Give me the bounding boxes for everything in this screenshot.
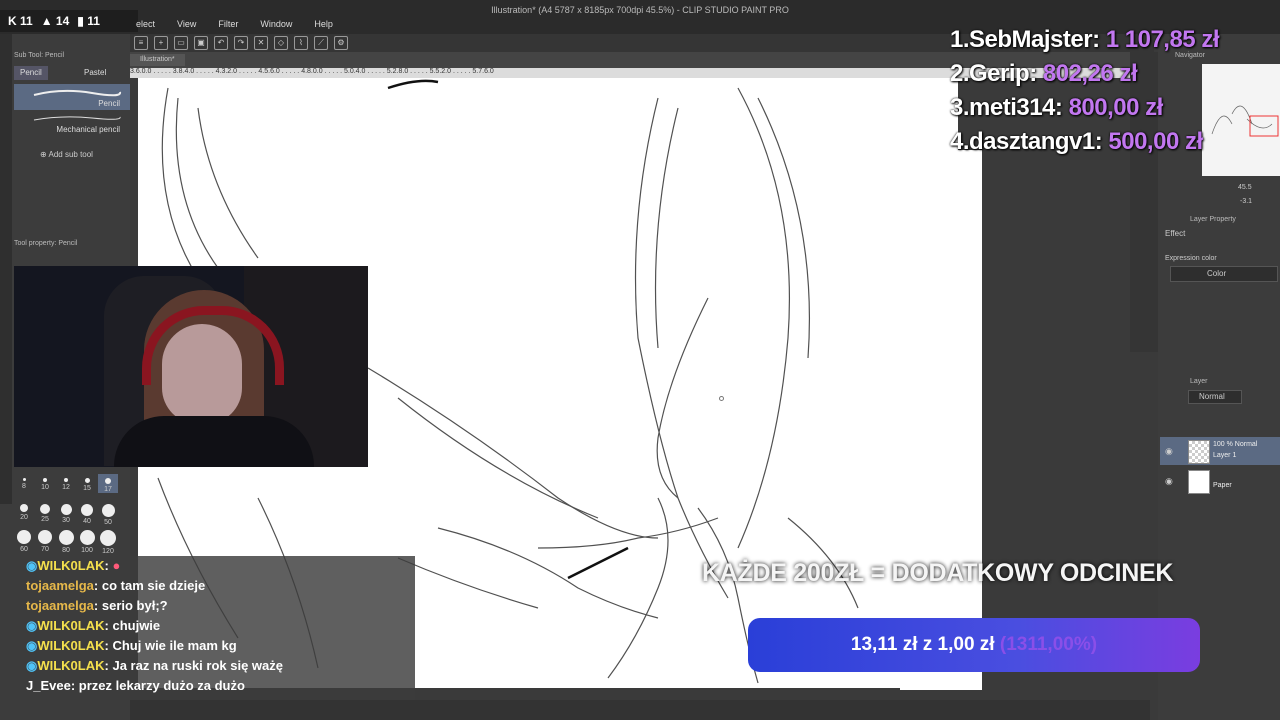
brush-size[interactable]: 100 [77, 530, 97, 554]
chat-message: tojaamelga: serio był;? [26, 598, 168, 613]
brush-size[interactable]: 80 [56, 530, 76, 554]
menu-help[interactable]: Help [314, 19, 333, 29]
chat-message: tojaamelga: co tam sie dzieje [26, 578, 206, 593]
chat-message: ◉WILK0LAK: chujwie [26, 618, 161, 633]
ruler-icon[interactable]: ⟋ [314, 36, 328, 50]
layer-blend-info: 100 % Normal [1213, 441, 1258, 448]
chat-message: ◉WILK0LAK: ● [26, 558, 121, 573]
leaderboard-entry-2: 2.Gerip: 802,26 zł [950, 60, 1138, 87]
stat-a: K 11 [8, 14, 33, 28]
chat-overlay: ◉WILK0LAK: ● tojaamelga: co tam sie dzie… [14, 556, 415, 700]
chat-message: ◉WILK0LAK: Chuj wie ile mam kg [26, 638, 237, 653]
brush-size[interactable]: 20 [14, 504, 34, 521]
brush-size[interactable]: 50 [98, 504, 118, 526]
layer-thumbnail [1188, 470, 1210, 494]
save-icon[interactable]: ▣ [194, 36, 208, 50]
clear-icon[interactable]: ✕ [254, 36, 268, 50]
layer-name: Paper [1213, 482, 1232, 489]
brush-size[interactable]: 25 [35, 504, 55, 523]
brush-size-palette: 8 10 12 15 17 20 25 30 40 50 60 70 80 10… [14, 472, 130, 560]
effect-label: Effect [1165, 229, 1186, 238]
zoom-value[interactable]: 45.5 [1238, 184, 1252, 191]
navigator-thumbnail[interactable] [1202, 64, 1280, 176]
subtool-header: Sub Tool: Pencil [14, 52, 65, 59]
snap-icon[interactable]: ⌇ [294, 36, 308, 50]
brush-size[interactable]: 120 [98, 530, 118, 555]
tab-pastel[interactable]: Pastel [78, 66, 112, 80]
brush-size[interactable]: 15 [77, 478, 97, 492]
canvas-edge [900, 150, 982, 690]
menu-filter[interactable]: Filter [218, 19, 238, 29]
eye-icon[interactable]: ◉ [1165, 476, 1173, 487]
brush-size-selected[interactable]: 17 [98, 474, 118, 493]
open-icon[interactable]: ▭ [174, 36, 188, 50]
leaderboard-entry-4: 4.dasztangv1: 500,00 zł [950, 128, 1203, 155]
brush-size[interactable]: 8 [14, 478, 34, 490]
expression-color-label: Expression color [1165, 255, 1217, 262]
redo-icon[interactable]: ↷ [234, 36, 248, 50]
angle-value[interactable]: -3.1 [1240, 198, 1252, 205]
menu-window[interactable]: Window [260, 19, 292, 29]
stat-b: ▲ 14 [40, 14, 70, 28]
chat-message: ◉WILK0LAK: Ja raz na ruski rok się ważę [26, 658, 284, 673]
brush-label: Pencil [98, 99, 120, 108]
menu-icon[interactable]: ≡ [134, 36, 148, 50]
mechanical-stroke-icon [33, 116, 121, 121]
menu-select[interactable]: elect [136, 19, 155, 29]
layer-thumbnail [1188, 440, 1210, 464]
new-icon[interactable]: + [154, 36, 168, 50]
leaderboard-entry-3: 3.meti314: 800,00 zł [950, 94, 1163, 121]
add-subtool-button[interactable]: ⊕ Add sub tool [40, 150, 93, 159]
brush-size[interactable]: 60 [14, 530, 34, 553]
layer-name: Layer 1 [1213, 452, 1237, 459]
brush-size[interactable]: 40 [77, 504, 97, 525]
leaderboard-entry-1: 1.SebMajster: 1 107,85 zł [950, 26, 1220, 53]
webcam-overlay [14, 266, 368, 467]
eye-icon[interactable]: ◉ [1165, 446, 1173, 457]
brush-size[interactable]: 12 [56, 478, 76, 491]
brush-pencil[interactable]: Pencil [14, 84, 130, 110]
tool-property-header: Tool property: Pencil [14, 240, 78, 247]
status-bar [130, 700, 1150, 720]
donation-goal-bar: 13,11 zł z 1,00 zł (1311,00%) [748, 618, 1200, 672]
tab-pencil[interactable]: Pencil [14, 66, 48, 80]
brush-cursor [719, 396, 724, 401]
webcam-body [114, 416, 314, 467]
brush-mechanical-pencil[interactable]: Mechanical pencil [14, 110, 130, 136]
menu-bar: elect View Filter Window Help [136, 19, 355, 29]
window-title: Illustration* (A4 5787 x 8185px 700dpi 4… [491, 5, 789, 15]
brush-size[interactable]: 70 [35, 530, 55, 553]
document-tab[interactable]: Illustration* [130, 54, 185, 66]
transform-icon[interactable]: ◇ [274, 36, 288, 50]
settings-icon[interactable]: ⚙ [334, 36, 348, 50]
stream-stats: K 11 ▲ 14 ▮ 11 [0, 10, 138, 32]
layer-panel-header: Layer [1190, 378, 1208, 385]
layer-row-layer1[interactable]: ◉ 100 % Normal Layer 1 [1160, 437, 1280, 465]
layer-row-paper[interactable]: ◉ Paper [1160, 467, 1280, 495]
brush-size[interactable]: 30 [56, 504, 76, 524]
promo-banner-text: KAŻDE 200ZŁ = DODATKOWY ODCINEK [702, 559, 1174, 587]
chat-message: J_Evee: przez lekarzy dużo za dużo [26, 678, 245, 693]
tool-strip [0, 34, 12, 504]
expression-color-select[interactable]: Color [1170, 266, 1278, 282]
undo-icon[interactable]: ↶ [214, 36, 228, 50]
menu-view[interactable]: View [177, 19, 196, 29]
stat-c: ▮ 11 [77, 14, 100, 28]
blend-mode-select[interactable]: Normal [1188, 390, 1242, 404]
brush-size[interactable]: 10 [35, 478, 55, 491]
pencil-stroke-icon [33, 89, 122, 97]
goal-text: 13,11 zł z 1,00 zł (1311,00%) [850, 634, 1098, 655]
navigator-preview [1211, 105, 1279, 137]
brush-label: Mechanical pencil [56, 125, 120, 134]
layer-property-header: Layer Property [1190, 216, 1236, 223]
